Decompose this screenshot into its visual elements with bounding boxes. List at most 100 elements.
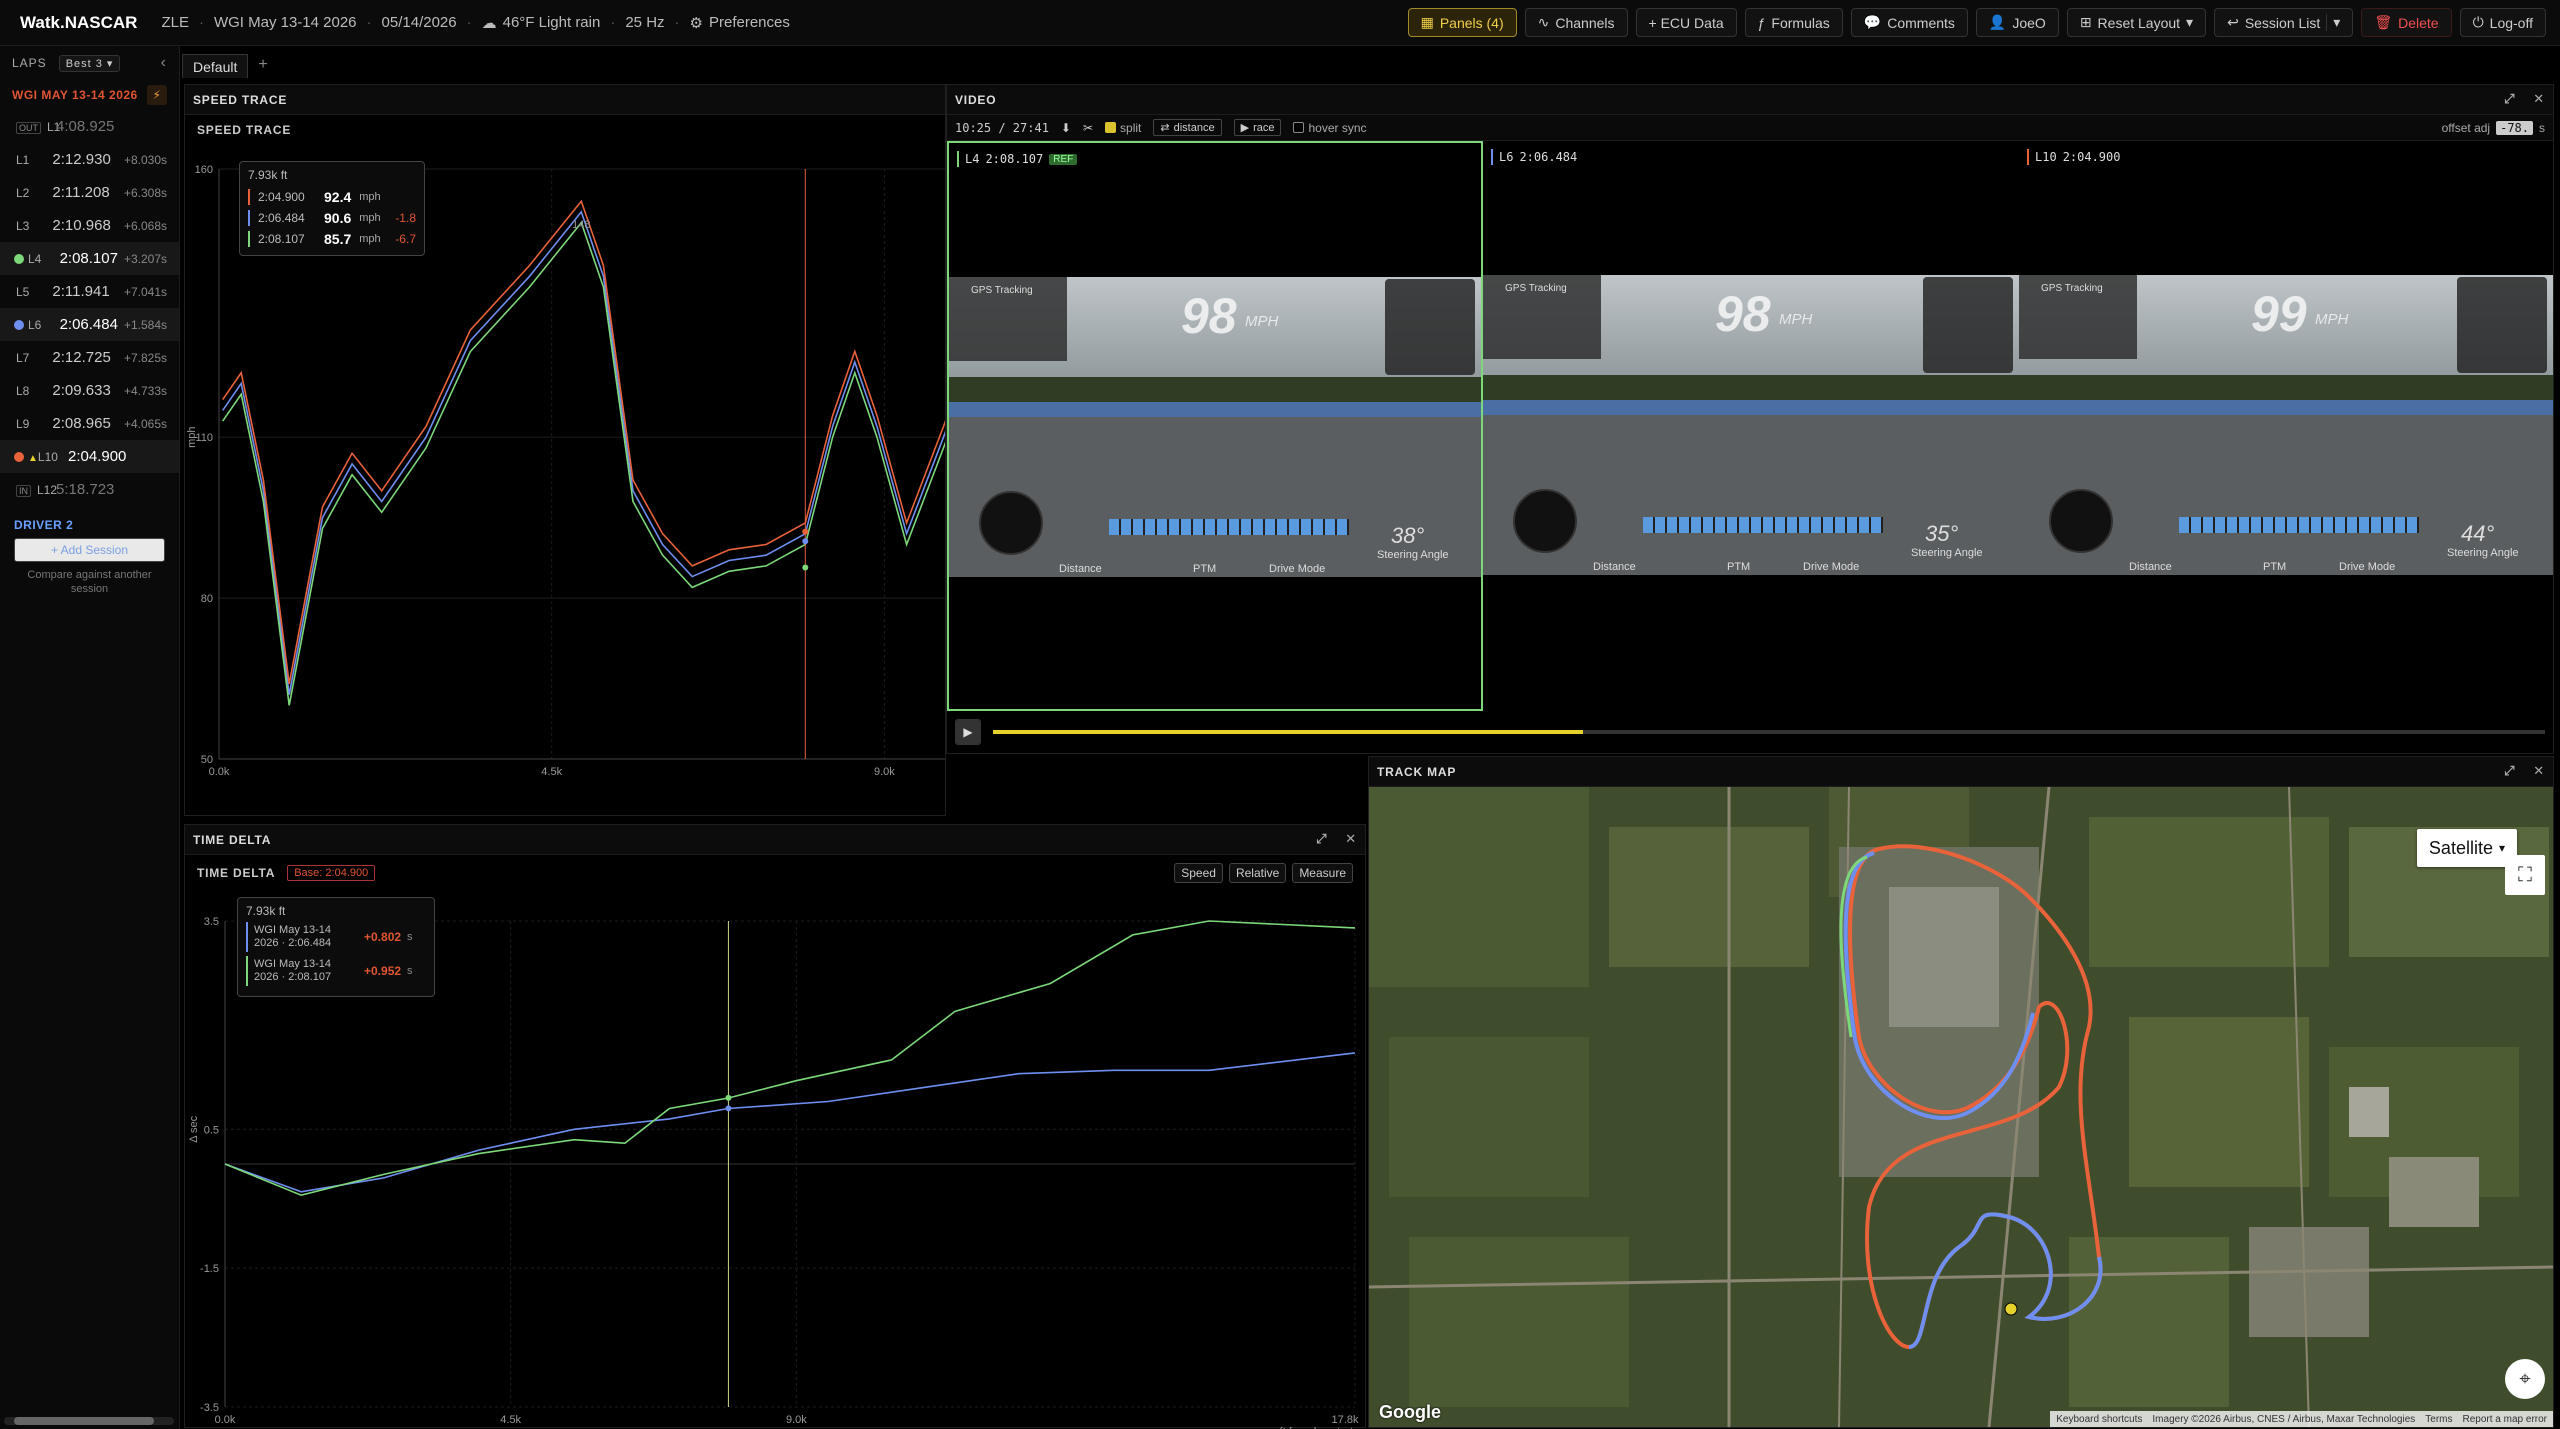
- x-tick-label: 0.0k: [209, 766, 230, 778]
- breadcrumb-track[interactable]: ZLE: [161, 14, 189, 31]
- expand-icon[interactable]: ⤢: [2504, 91, 2515, 107]
- hud-speed: 98: [1715, 286, 1771, 342]
- fullscreen-icon[interactable]: ⛶: [2505, 855, 2545, 895]
- lap-delta: +8.030s: [123, 152, 167, 167]
- video-scrubber[interactable]: [993, 730, 2545, 734]
- offset-input[interactable]: -78.: [2496, 120, 2533, 135]
- chevron-down-icon[interactable]: ▾: [2326, 14, 2340, 31]
- collapse-icon[interactable]: ‹: [161, 54, 167, 72]
- gps-minimap: GPS Tracking: [2019, 275, 2137, 359]
- lap-number: L4: [28, 251, 42, 266]
- lap-number: L2: [16, 185, 30, 200]
- play-button[interactable]: ▶: [955, 719, 981, 745]
- close-icon[interactable]: ✕: [2533, 763, 2545, 779]
- lap-row[interactable]: L6 2:06.484 +1.584s: [0, 308, 179, 341]
- lap-delta: +1.584s: [123, 317, 167, 332]
- tooltip-distance: 7.93k ft: [248, 168, 288, 182]
- lap-time: 4:08.925: [56, 118, 115, 135]
- report-error-link[interactable]: Report a map error: [2463, 1414, 2547, 1425]
- reset-layout-button[interactable]: ⊞ Reset Layout ▾: [2066, 8, 2207, 37]
- lap-row[interactable]: L3 2:10.968 +6.068s: [0, 209, 179, 242]
- lightning-icon[interactable]: ⚡: [147, 85, 167, 105]
- video-cell[interactable]: L4 2:08.107 REF GPS Tracking 98 MPH 38° St…: [947, 141, 1483, 711]
- comments-button[interactable]: 💬 Comments: [1850, 8, 1968, 37]
- locate-icon[interactable]: ⌖: [2505, 1359, 2545, 1399]
- video-panel: VIDEO ⤢ ✕ 10:25 / 27:41 ⬇ ✂ split ⇄ distan…: [946, 84, 2554, 754]
- lap-delta: +6.308s: [123, 185, 167, 200]
- tooltip-row: WGI May 13-14 2026 · 2:06.484 +0.802 s: [246, 922, 426, 952]
- video-cell[interactable]: L10 2:04.900 GPS Tracking 99 MPH 44° Stee…: [2019, 141, 2553, 711]
- g-force-gauge: [979, 491, 1043, 555]
- tooltip-row: WGI May 13-14 2026 · 2:08.107 +0.952 s: [246, 956, 426, 986]
- play-icon: ▶: [1240, 122, 1250, 134]
- add-tab-button[interactable]: +: [258, 56, 267, 78]
- x-tick-label: 9.0k: [874, 766, 895, 778]
- user-button[interactable]: 👤 JoeO: [1975, 8, 2059, 37]
- logoff-button[interactable]: ⏻ Log-off: [2459, 8, 2546, 37]
- channels-button[interactable]: ∿ Channels: [1524, 8, 1628, 37]
- preferences-link[interactable]: ⚙ Preferences: [690, 14, 790, 32]
- tooltip-lap: 2:04.900: [258, 189, 305, 204]
- lap-number: L9: [16, 416, 30, 431]
- lap-time: 2:08.965: [52, 415, 111, 432]
- gps-minimap: GPS Tracking: [1483, 275, 1601, 359]
- lap-color-dot: [14, 319, 24, 330]
- scissors-icon[interactable]: ✂: [1083, 121, 1093, 135]
- session-list-button[interactable]: ↩ Session List ▾: [2214, 8, 2354, 37]
- lap-row[interactable]: L5 2:11.941 +7.041s: [0, 275, 179, 308]
- hover-sync-checkbox[interactable]: [1293, 122, 1305, 133]
- tooltip-value: 85.7: [324, 230, 352, 247]
- breadcrumb-session[interactable]: WGI May 13-14 2026: [214, 14, 357, 31]
- split-toggle[interactable]: split: [1105, 121, 1141, 135]
- video-time: 10:25 / 27:41: [955, 120, 1049, 135]
- top-bar: Watk.NASCAR ZLE · WGI May 13-14 2026 · 05/…: [0, 0, 2560, 46]
- grid-icon: ⊞: [2079, 14, 2092, 30]
- lap-row[interactable]: IN L12 5:18.723: [0, 473, 179, 506]
- expand-icon[interactable]: ⤢: [1316, 831, 1327, 847]
- tab-default[interactable]: Default: [182, 54, 249, 78]
- lap-row[interactable]: L1 2:12.930 +8.030s: [0, 143, 179, 176]
- video-lap-label: L4 2:08.107 REF: [957, 151, 1078, 167]
- lap-filter-select[interactable]: Best 3 ▾: [58, 54, 121, 72]
- sidebar-scrollbar[interactable]: [4, 1417, 174, 1425]
- app-logo[interactable]: Watk.NASCAR: [20, 13, 137, 33]
- panels-button[interactable]: ▦ Panels (4): [1407, 8, 1517, 37]
- lap-row[interactable]: OUT L1 4:08.925: [0, 110, 179, 143]
- close-icon[interactable]: ✕: [2533, 91, 2545, 107]
- delete-button[interactable]: 🗑 Delete: [2361, 8, 2452, 37]
- layout-tabs: Default +: [182, 50, 268, 78]
- hover-sync-toggle[interactable]: hover sync: [1293, 121, 1367, 135]
- onboard-video-frame: GPS Tracking 99 MPH 44° Steering Angle D…: [2019, 275, 2553, 575]
- formulas-button[interactable]: ƒ Formulas: [1744, 8, 1843, 37]
- lap-row[interactable]: L9 2:08.965 +4.065s: [0, 407, 179, 440]
- split-checkbox[interactable]: [1105, 122, 1117, 133]
- lap-row[interactable]: L4 2:08.107 +3.207s: [0, 242, 179, 275]
- ecu-data-button[interactable]: + ECU Data: [1635, 8, 1737, 37]
- keyboard-shortcuts-link[interactable]: Keyboard shortcuts: [2056, 1414, 2142, 1425]
- close-icon[interactable]: ✕: [1345, 831, 1357, 847]
- lap-row[interactable]: L8 2:09.633 +4.733s: [0, 374, 179, 407]
- map-type-select[interactable]: Satellite ▾: [2416, 829, 2517, 867]
- satellite-map[interactable]: Satellite ▾ ⛶ ⌖ Google Keyboard shortcuts…: [1369, 787, 2553, 1427]
- download-icon[interactable]: ⬇: [1061, 121, 1071, 135]
- best-lap-icon: ▲: [28, 452, 38, 464]
- video-cell[interactable]: L6 2:06.484 GPS Tracking 98 MPH 35° Steer…: [1483, 141, 2019, 711]
- distance-sync-button[interactable]: ⇄ distance: [1153, 119, 1222, 136]
- g-force-gauge: [2049, 489, 2113, 553]
- race-button[interactable]: ▶ race: [1233, 119, 1282, 136]
- expand-icon[interactable]: ⤢: [2504, 763, 2515, 779]
- add-session-button[interactable]: + Add Session: [14, 538, 165, 562]
- lap-number: L6: [28, 317, 42, 332]
- x-tick-label: 0.0k: [215, 1414, 236, 1426]
- lap-tag: OUT: [16, 121, 41, 134]
- terms-link[interactable]: Terms: [2425, 1414, 2452, 1425]
- cursor-point: [725, 1094, 732, 1101]
- lap-row[interactable]: L7 2:12.725 +7.825s: [0, 341, 179, 374]
- panel-title: TRACK MAP: [1377, 764, 1457, 779]
- y-tick-label: -1.5: [200, 1263, 219, 1275]
- session-label: WGI MAY 13-14 2026: [12, 88, 138, 102]
- breadcrumb-date: 05/14/2026: [381, 14, 457, 31]
- laps-sidebar: LAPS Best 3 ▾ ‹ WGI MAY 13-14 2026 ⚡ OUT L…: [0, 46, 180, 1429]
- lap-row[interactable]: L2 2:11.208 +6.308s: [0, 176, 179, 209]
- lap-row[interactable]: ▲L10 2:04.900: [0, 440, 179, 473]
